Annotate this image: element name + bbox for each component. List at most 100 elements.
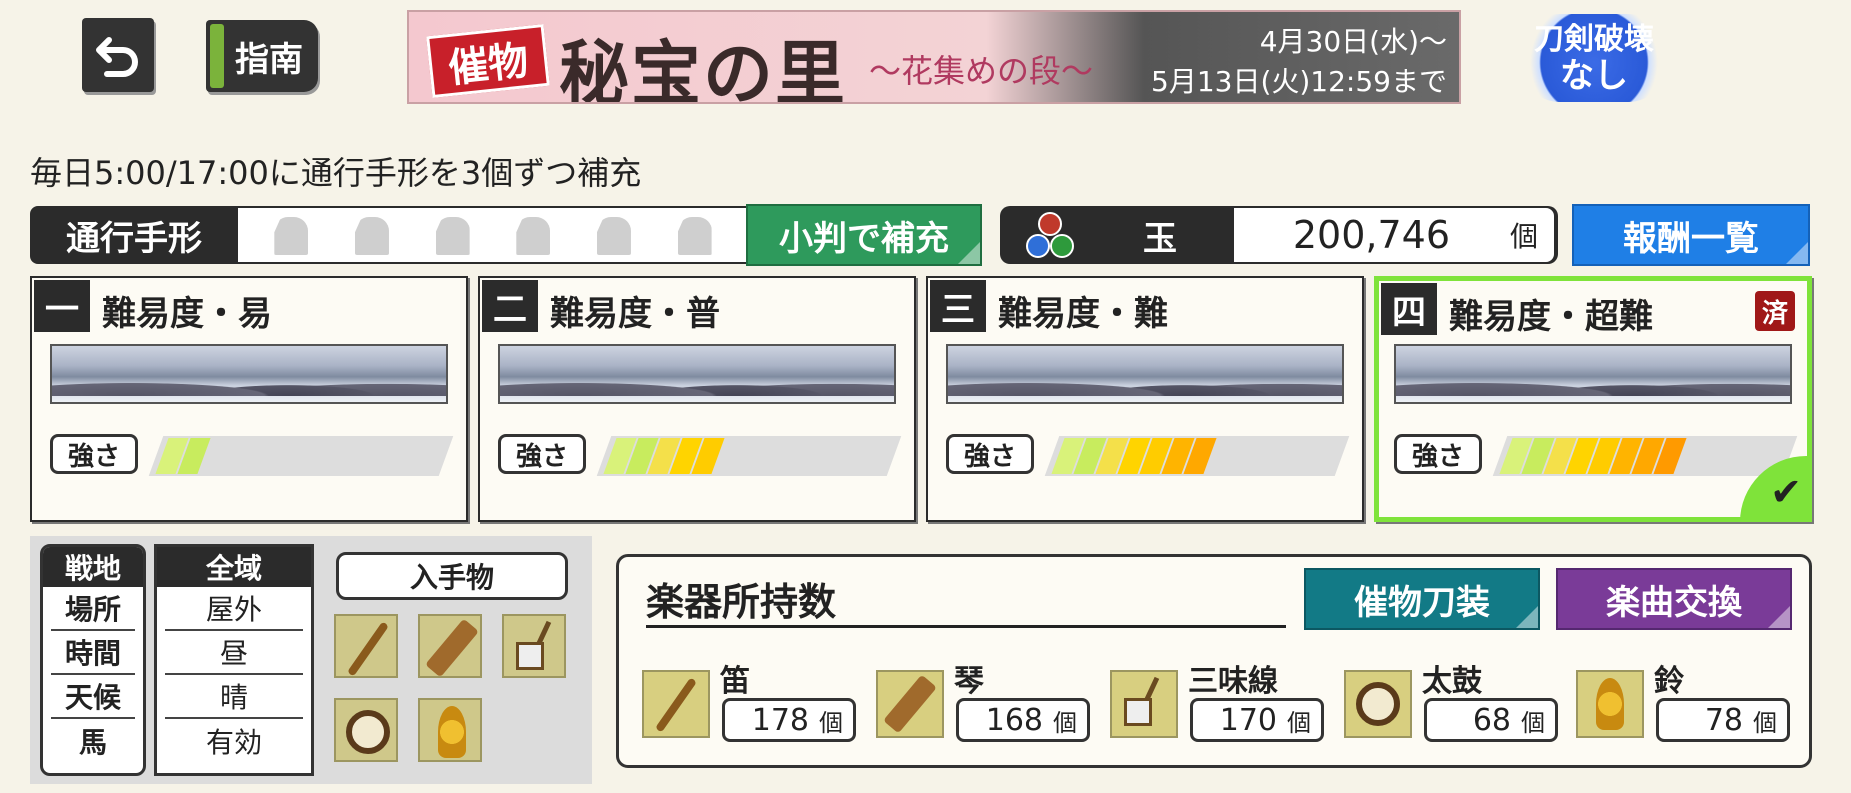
strength-label: 強さ (1394, 434, 1482, 474)
landscape-image (946, 344, 1344, 404)
difficulty-number: 一 (34, 280, 90, 332)
instrument-unit: 個 (1753, 708, 1777, 737)
weather-label: 天候 (51, 675, 135, 719)
instrument-koto: 琴 168 個 (876, 652, 1096, 748)
instrument-name: 鈴 (1654, 664, 1684, 699)
strength-bar (596, 436, 902, 476)
refill-with-koban-button[interactable]: 小判で補充 (746, 204, 982, 266)
difficulty-card-easy[interactable]: 一 難易度・易 強さ (30, 276, 468, 522)
banner-date-start: 4月30日(水)〜 (1259, 25, 1447, 58)
taiko-drum-icon (334, 698, 398, 762)
no-break-line1: 刀剣破壊 (1534, 22, 1654, 57)
battlefield-label: 戦地 (43, 547, 143, 587)
flute-icon (642, 670, 710, 738)
instrument-count-box: 78 個 (1656, 698, 1790, 742)
strength-bar (148, 436, 454, 476)
condition-labels: 戦地 場所 時間 天候 馬 (40, 544, 146, 776)
horse-label: 馬 (78, 726, 107, 759)
difficulty-card-hard[interactable]: 三 難易度・難 強さ (926, 276, 1364, 522)
difficulty-number: 二 (482, 280, 538, 332)
return-arrow-icon (96, 37, 138, 77)
orb-value: 200,746 (1292, 213, 1450, 257)
instrument-name: 琴 (954, 664, 984, 699)
instrument-unit: 個 (1287, 708, 1311, 737)
instrument-unit: 個 (1521, 708, 1545, 737)
difficulty-name: 難易度・難 (998, 294, 1168, 334)
strength-label: 強さ (50, 434, 138, 474)
instrument-flute: 笛 178 個 (642, 652, 862, 748)
difficulty-number: 三 (930, 280, 986, 332)
banner-title: 秘宝の里 (559, 32, 847, 104)
horse-value: 有効 (205, 726, 262, 759)
suzu-bell-icon (1576, 670, 1644, 738)
koto-icon (876, 670, 944, 738)
banner-date-end: 5月13日(火)12:59まで (1151, 65, 1447, 98)
button-corner (1516, 606, 1538, 628)
time-label: 時間 (51, 631, 135, 675)
instrument-count-box: 168 個 (956, 698, 1090, 742)
difficulty-name: 難易度・超難 (1449, 297, 1653, 337)
instrument-taiko: 太鼓 68 個 (1344, 652, 1564, 748)
landscape-image (50, 344, 448, 404)
strength-label: 強さ (946, 434, 1034, 474)
difficulty-card-normal[interactable]: 二 難易度・普 強さ (478, 276, 916, 522)
strength-bar (1492, 436, 1798, 476)
rewards-label: 報酬一覧 (1623, 218, 1759, 259)
music-exchange-label: 楽曲交換 (1606, 582, 1742, 623)
pass-slot-icon (343, 213, 399, 257)
guide-label: 指南 (235, 39, 303, 80)
instrument-count-box: 178 個 (722, 698, 856, 742)
banner-tag: 催物 (426, 24, 550, 98)
event-equipment-button[interactable]: 催物刀装 (1304, 568, 1540, 630)
instrument-count: 168 (985, 702, 1043, 738)
refill-label: 小判で補充 (779, 218, 949, 259)
music-exchange-button[interactable]: 楽曲交換 (1556, 568, 1792, 630)
instrument-count: 178 (751, 702, 809, 738)
shamisen-icon (1110, 670, 1178, 738)
time-value: 昼 (165, 631, 303, 675)
koto-icon (418, 614, 482, 678)
rewards-list-button[interactable]: 報酬一覧 (1572, 204, 1810, 266)
shamisen-icon (502, 614, 566, 678)
difficulty-card-very-hard[interactable]: 四 難易度・超難 済 強さ ✔ (1374, 276, 1812, 522)
blue-orb-icon (1026, 234, 1050, 258)
orb-label: 玉 (1143, 218, 1177, 259)
strength-label: 強さ (498, 434, 586, 474)
instrument-unit: 個 (819, 708, 843, 737)
instrument-count: 78 (1704, 702, 1743, 738)
orb-icon (1022, 210, 1078, 262)
pass-slot-icon (585, 213, 641, 257)
guide-button[interactable]: 指南 (206, 20, 318, 92)
event-equipment-label: 催物刀装 (1354, 582, 1490, 623)
taiko-drum-icon (1344, 670, 1412, 738)
back-button[interactable] (82, 18, 154, 92)
refill-notice: 毎日5:00/17:00に通行手形を3個ずつ補充 (30, 154, 642, 192)
red-orb-icon (1038, 212, 1062, 236)
pass-slot-icon (504, 213, 560, 257)
instrument-name: 太鼓 (1422, 664, 1482, 699)
book-spine-icon (210, 24, 224, 88)
location-label: 場所 (51, 587, 135, 631)
green-orb-icon (1050, 234, 1074, 258)
pass-slots (238, 206, 748, 264)
instrument-shamisen: 三味線 170 個 (1110, 652, 1330, 748)
banner-dates: 4月30日(水)〜 5月13日(火)12:59まで (1151, 22, 1447, 102)
button-corner (1768, 606, 1790, 628)
strength-bar (1044, 436, 1350, 476)
difficulty-number: 四 (1381, 283, 1437, 335)
no-sword-break-badge: 刀剣破壊 なし (1520, 14, 1668, 102)
instrument-name: 三味線 (1188, 664, 1278, 699)
difficulty-name: 難易度・易 (102, 294, 272, 334)
instrument-suzu: 鈴 78 個 (1576, 652, 1796, 748)
instrument-count-title: 楽器所持数 (646, 572, 1286, 628)
pass-label: 通行手形 (30, 206, 238, 264)
instrument-name: 笛 (720, 664, 750, 699)
difficulty-name: 難易度・普 (550, 294, 720, 334)
weather-value: 晴 (165, 675, 303, 719)
pass-slot-icon (666, 213, 722, 257)
no-break-line2: なし (1560, 56, 1628, 96)
button-corner (1786, 242, 1808, 264)
landscape-image (1394, 344, 1792, 404)
event-banner[interactable]: 催物 秘宝の里 〜花集めの段〜 4月30日(水)〜 5月13日(火)12:59ま… (407, 10, 1461, 104)
instrument-unit: 個 (1053, 708, 1077, 737)
